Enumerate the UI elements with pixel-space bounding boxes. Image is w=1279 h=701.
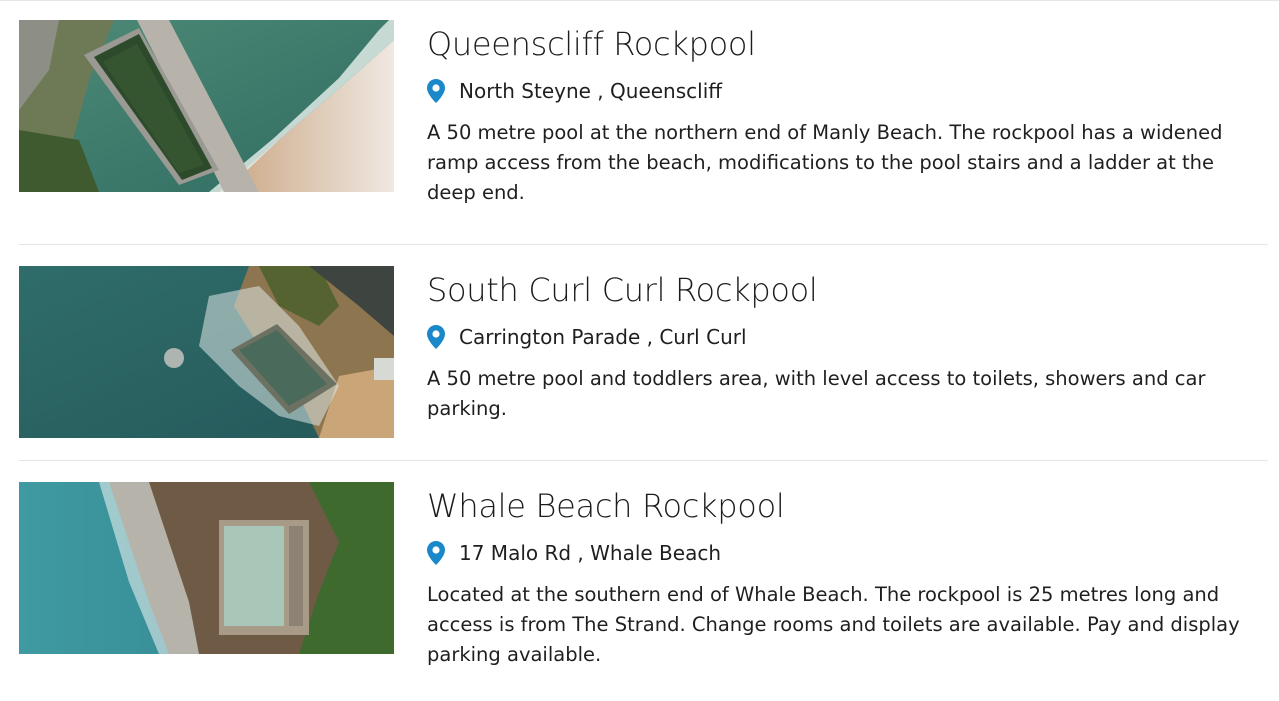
pool-location: Carrington Parade , Curl Curl bbox=[427, 324, 1268, 350]
pool-description: Located at the southern end of Whale Bea… bbox=[427, 583, 1240, 666]
list-item: Whale Beach Rockpool 17 Malo Rd , Whale … bbox=[19, 482, 1268, 692]
list-item: Queenscliff Rockpool North Steyne , Quee… bbox=[19, 20, 1268, 245]
location-text: North Steyne , Queenscliff bbox=[459, 79, 723, 103]
map-pin-icon bbox=[427, 541, 445, 565]
pool-photo[interactable] bbox=[19, 482, 394, 654]
map-pin-icon bbox=[427, 79, 445, 103]
pool-title[interactable]: Whale Beach Rockpool bbox=[427, 486, 1268, 526]
pool-description: A 50 metre pool and toddlers area, with … bbox=[427, 367, 1206, 420]
pool-info: South Curl Curl Rockpool Carrington Para… bbox=[427, 266, 1268, 424]
pool-info: Queenscliff Rockpool North Steyne , Quee… bbox=[427, 20, 1268, 208]
rockpool-list: Queenscliff Rockpool North Steyne , Quee… bbox=[0, 0, 1279, 701]
location-text: Carrington Parade , Curl Curl bbox=[459, 325, 747, 349]
pool-photo[interactable] bbox=[19, 266, 394, 438]
location-text: 17 Malo Rd , Whale Beach bbox=[459, 541, 722, 565]
pool-description: A 50 metre pool at the northern end of M… bbox=[427, 121, 1223, 204]
pool-title[interactable]: South Curl Curl Rockpool bbox=[427, 270, 1268, 310]
pool-photo[interactable] bbox=[19, 20, 394, 192]
pool-location: North Steyne , Queenscliff bbox=[427, 78, 1268, 104]
list-item: South Curl Curl Rockpool Carrington Para… bbox=[19, 266, 1268, 461]
pool-info: Whale Beach Rockpool 17 Malo Rd , Whale … bbox=[427, 482, 1268, 670]
map-pin-icon bbox=[427, 325, 445, 349]
pool-location: 17 Malo Rd , Whale Beach bbox=[427, 540, 1268, 566]
pool-title[interactable]: Queenscliff Rockpool bbox=[427, 24, 1268, 64]
